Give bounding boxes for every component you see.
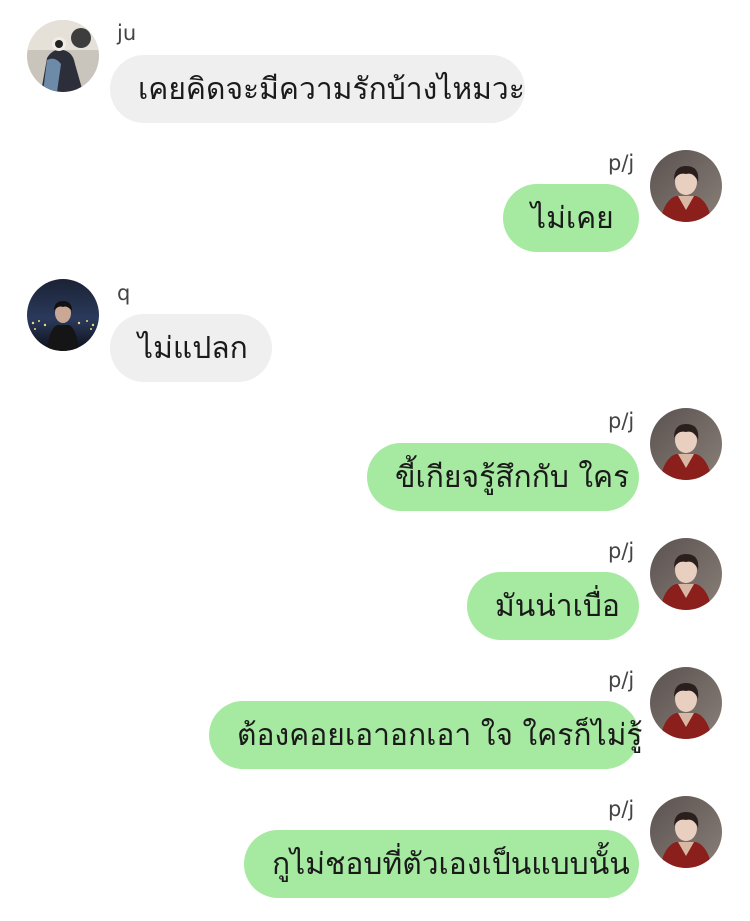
avatar-q[interactable]: [27, 279, 99, 351]
sender-name: p/j: [608, 409, 635, 433]
sender-name: q: [117, 281, 131, 305]
message-bubble-outgoing[interactable]: ขี้เกียจรู้สึกกับ ใคร: [367, 443, 639, 511]
message-bubble-outgoing[interactable]: กูไม่ชอบที่ตัวเองเป็นแบบนั้น: [244, 830, 639, 898]
sender-name: ju: [117, 21, 137, 45]
message-bubble-incoming[interactable]: ไม่แปลก: [110, 314, 272, 382]
avatar-pj[interactable]: [650, 796, 722, 868]
avatar-ju[interactable]: [27, 20, 99, 92]
message-bubble-outgoing[interactable]: ไม่เคย: [503, 184, 639, 252]
sender-name: p/j: [608, 539, 635, 563]
avatar-pj[interactable]: [650, 667, 722, 739]
message-bubble-outgoing[interactable]: ต้องคอยเอาอกเอา ใจ ใครก็ไม่รู้: [209, 701, 643, 769]
sender-name: p/j: [608, 668, 635, 692]
sender-name: p/j: [608, 797, 635, 821]
chat-thread[interactable]: ju เคยคิดจะมีความรักบ้างไหมวะ p/j ไม่เคย: [0, 0, 750, 921]
avatar-pj[interactable]: [650, 538, 722, 610]
message-bubble-incoming[interactable]: เคยคิดจะมีความรักบ้างไหมวะ: [110, 55, 525, 123]
avatar-pj[interactable]: [650, 150, 722, 222]
sender-name: p/j: [608, 151, 635, 175]
avatar-pj[interactable]: [650, 408, 722, 480]
message-bubble-outgoing[interactable]: มันน่าเบื่อ: [467, 572, 639, 640]
